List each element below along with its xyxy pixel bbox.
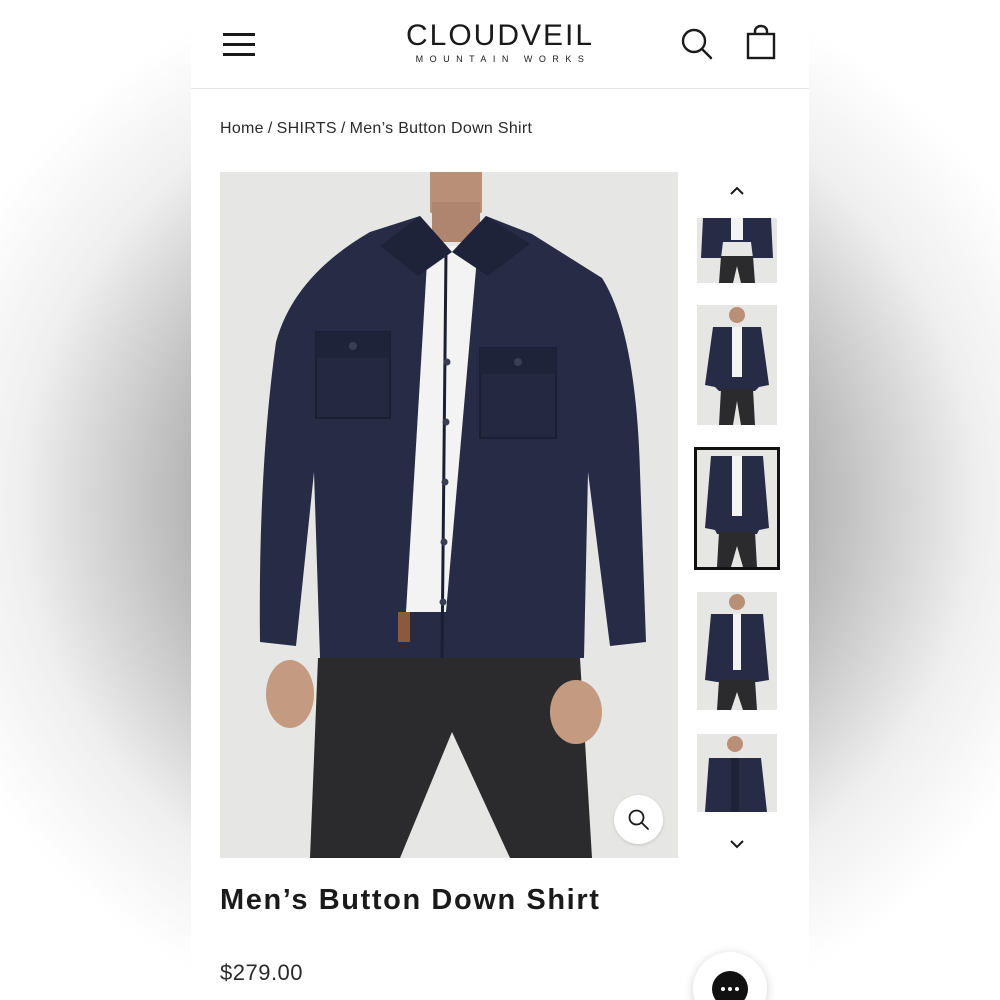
product-thumbnail-active[interactable] bbox=[694, 447, 780, 570]
product-thumbnail[interactable] bbox=[697, 592, 777, 710]
product-thumbnail[interactable] bbox=[697, 218, 777, 283]
product-main-image[interactable] bbox=[220, 172, 678, 858]
mobile-page: CLOUDVEIL MOUNTAIN WORKS Home / SHIRTS / Men… bbox=[191, 0, 809, 1000]
chevron-down-icon[interactable] bbox=[725, 835, 749, 855]
brand-logo[interactable]: CLOUDVEIL MOUNTAIN WORKS bbox=[391, 18, 609, 64]
breadcrumb-shirts-link[interactable]: SHIRTS bbox=[277, 120, 337, 137]
site-header: CLOUDVEIL MOUNTAIN WORKS bbox=[191, 0, 809, 89]
hamburger-menu-icon[interactable] bbox=[220, 28, 258, 60]
breadcrumb: Home / SHIRTS / Men’s Button Down Shirt bbox=[220, 120, 532, 138]
product-price: $279.00 bbox=[220, 960, 304, 985]
search-icon[interactable] bbox=[679, 26, 715, 62]
shopping-bag-icon[interactable] bbox=[743, 24, 779, 62]
chevron-up-icon[interactable] bbox=[725, 180, 749, 200]
breadcrumb-current: Men’s Button Down Shirt bbox=[349, 120, 533, 137]
breadcrumb-separator: / bbox=[267, 120, 273, 137]
chat-button[interactable] bbox=[693, 952, 767, 1000]
product-title: Men’s Button Down Shirt bbox=[220, 884, 601, 916]
breadcrumb-home-link[interactable]: Home bbox=[220, 120, 264, 137]
breadcrumb-separator: / bbox=[340, 120, 346, 137]
zoom-icon[interactable] bbox=[614, 795, 663, 844]
logo-tagline: MOUNTAIN WORKS bbox=[415, 54, 591, 64]
chat-icon bbox=[712, 971, 748, 1000]
logo-wordmark: CLOUDVEIL bbox=[405, 19, 595, 52]
product-thumbnail[interactable] bbox=[697, 734, 777, 812]
product-thumbnail[interactable] bbox=[697, 305, 777, 425]
model-wearing-shirt-image bbox=[220, 172, 678, 858]
